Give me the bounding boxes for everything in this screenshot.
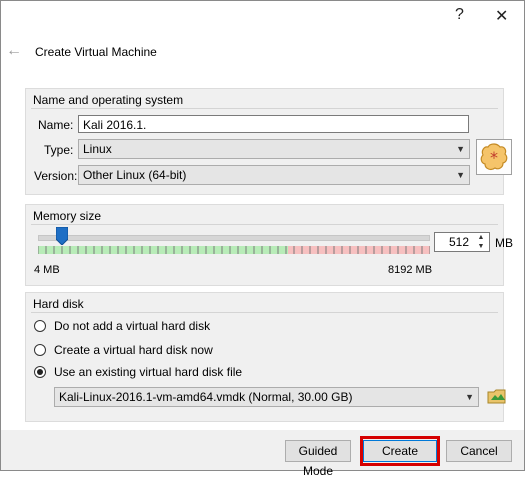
- type-select-value: Linux: [83, 142, 112, 156]
- disk-file-select[interactable]: Kali-Linux-2016.1-vm-amd64.vmdk (Normal,…: [54, 387, 479, 407]
- spin-up-icon[interactable]: ▲: [474, 234, 488, 242]
- folder-browse-icon[interactable]: [487, 387, 509, 407]
- spin-down-icon[interactable]: ▼: [474, 243, 488, 251]
- linux-os-icon: *: [476, 139, 512, 175]
- guided-mode-button[interactable]: Guided Mode: [285, 440, 351, 478]
- close-button[interactable]: ✕: [495, 6, 508, 26]
- group-title: Name and operating system: [33, 93, 184, 107]
- name-label: Name:: [38, 118, 74, 132]
- divider: [31, 224, 498, 225]
- radio-label: Do not add a virtual hard disk: [54, 319, 211, 333]
- group-title: Memory size: [33, 209, 102, 223]
- memory-slider-thumb[interactable]: [55, 226, 69, 246]
- memory-slider-track[interactable]: [38, 235, 430, 241]
- divider: [31, 312, 498, 313]
- chevron-down-icon: ▼: [456, 144, 465, 154]
- divider: [31, 108, 498, 109]
- memory-slider-ticks: [38, 246, 430, 254]
- memory-max-label: 8192 MB: [388, 264, 433, 276]
- radio-label: Create a virtual hard disk now: [54, 343, 213, 357]
- radio-button[interactable]: [34, 366, 46, 378]
- memory-group: Memory size: [25, 204, 504, 286]
- create-button-highlight: [360, 436, 440, 466]
- memory-min-label: 4 MB: [34, 264, 60, 276]
- radio-button[interactable]: [34, 344, 46, 356]
- version-label: Version:: [34, 169, 78, 183]
- chevron-down-icon: ▼: [456, 170, 465, 180]
- memory-spinbox[interactable]: 512 ▲ ▼: [434, 232, 490, 252]
- type-label: Type:: [44, 143, 74, 157]
- radio-no-disk[interactable]: Do not add a virtual hard disk: [34, 319, 210, 333]
- wizard-title: Create Virtual Machine: [35, 45, 157, 59]
- type-select[interactable]: Linux ▼: [78, 139, 470, 159]
- svg-text:*: *: [490, 148, 498, 167]
- arrow-left-icon[interactable]: ←: [6, 42, 22, 60]
- radio-label: Use an existing virtual hard disk file: [54, 365, 243, 379]
- memory-value: 512: [448, 235, 469, 249]
- disk-file-value: Kali-Linux-2016.1-vm-amd64.vmdk (Normal,…: [59, 390, 353, 404]
- memory-unit: MB: [495, 236, 513, 250]
- name-input[interactable]: Kali 2016.1.: [78, 115, 469, 133]
- version-select-value: Other Linux (64-bit): [83, 168, 187, 182]
- cancel-button[interactable]: Cancel: [446, 440, 512, 462]
- radio-button[interactable]: [34, 320, 46, 332]
- group-title: Hard disk: [33, 297, 84, 311]
- radio-create-disk[interactable]: Create a virtual hard disk now: [34, 343, 213, 357]
- radio-existing-disk[interactable]: Use an existing virtual hard disk file: [34, 365, 242, 379]
- help-button[interactable]: ?: [455, 6, 464, 24]
- version-select[interactable]: Other Linux (64-bit) ▼: [78, 165, 470, 185]
- chevron-down-icon: ▼: [465, 392, 474, 402]
